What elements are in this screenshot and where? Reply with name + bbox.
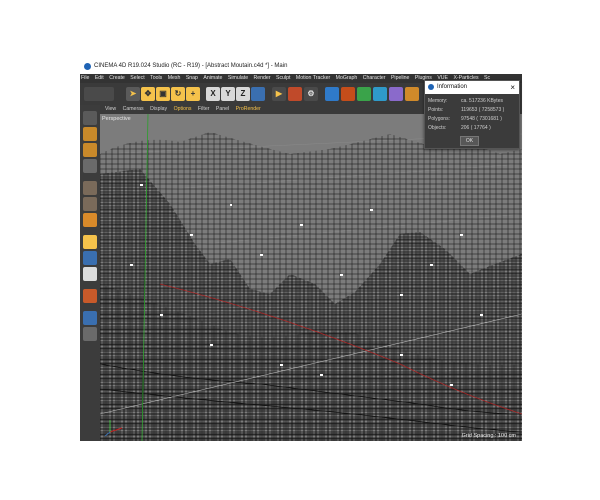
model-mode-icon[interactable] — [83, 127, 97, 141]
polygons-label: Polygons: — [428, 116, 450, 122]
menu-animate[interactable]: Animate — [203, 74, 222, 83]
magnet-icon[interactable] — [83, 289, 97, 303]
coordinate-system-icon[interactable] — [251, 87, 265, 101]
array-icon[interactable] — [373, 87, 387, 101]
viewport-menu-view[interactable]: View — [105, 105, 116, 114]
menu-pipeline[interactable]: Pipeline — [391, 74, 409, 83]
memory-label: Memory: — [428, 98, 448, 104]
menu-file[interactable]: File — [81, 74, 89, 83]
axis-mode-icon[interactable] — [83, 235, 97, 249]
menu-edit[interactable]: Edit — [95, 74, 104, 83]
close-icon[interactable]: × — [510, 81, 515, 94]
viewport-menu-panel[interactable]: Panel — [216, 105, 229, 114]
window-title: CINEMA 4D R19.024 Studio (RC - R19) - [A… — [94, 63, 288, 69]
texture-mode-icon[interactable] — [83, 143, 97, 157]
left-toolbar — [80, 105, 100, 441]
y-axis-lock-icon[interactable]: Y — [221, 87, 235, 101]
menu-create[interactable]: Create — [109, 74, 125, 83]
menu-sculpt[interactable]: Sculpt — [276, 74, 290, 83]
menu-snap[interactable]: Snap — [186, 74, 198, 83]
points-value: 119653 ( 7258573 ) — [461, 107, 505, 113]
cinema4d-logo-icon — [84, 63, 91, 70]
polygons-mode-icon[interactable] — [83, 213, 97, 227]
rotate-tool-icon[interactable]: ↻ — [171, 87, 185, 101]
objects-label: Objects: — [428, 125, 447, 131]
menu-simulate[interactable]: Simulate — [228, 74, 248, 83]
floor-icon[interactable] — [405, 87, 419, 101]
deformer-icon[interactable] — [389, 87, 403, 101]
render-view-icon[interactable]: ▶ — [272, 87, 286, 101]
viewport-menu-options[interactable]: Options — [174, 105, 192, 114]
workplane-icon[interactable] — [83, 159, 97, 173]
points-label: Points: — [428, 107, 444, 113]
information-dialog: Information × Memory: ca. 517236 KBytes … — [424, 80, 520, 149]
menu-select[interactable]: Select — [130, 74, 144, 83]
scale-tool-icon[interactable]: ▣ — [156, 87, 170, 101]
memory-row: Memory: ca. 517236 KBytes — [428, 98, 503, 104]
menu-motion-tracker[interactable]: Motion Tracker — [296, 74, 330, 83]
x-axis-lock-icon[interactable]: X — [206, 87, 220, 101]
cinema4d-logo-icon — [428, 84, 434, 90]
tweak-mode-icon[interactable] — [83, 251, 97, 265]
menu-tools[interactable]: Tools — [150, 74, 162, 83]
menu-character[interactable]: Character — [363, 74, 386, 83]
menu-mesh[interactable]: Mesh — [168, 74, 181, 83]
polygons-value: 97548 ( 7301681 ) — [461, 116, 502, 122]
plus-icon[interactable]: + — [186, 87, 200, 101]
points-mode-icon[interactable] — [83, 181, 97, 195]
menu-mograph[interactable]: MoGraph — [336, 74, 358, 83]
memory-value: ca. 517236 KBytes — [461, 98, 503, 104]
cube-icon[interactable] — [325, 87, 339, 101]
points-row: Points: 119653 ( 7258573 ) — [428, 107, 504, 113]
menu-render[interactable]: Render — [254, 74, 271, 83]
render-picture-viewer-icon[interactable] — [288, 87, 302, 101]
viewport-menu-cameras[interactable]: Cameras — [123, 105, 144, 114]
layer-icon[interactable] — [83, 311, 97, 325]
make-editable-icon[interactable] — [83, 111, 97, 125]
subdivision-icon[interactable] — [357, 87, 371, 101]
dialog-header: Information × — [425, 81, 519, 94]
wireframe-terrain — [100, 114, 522, 441]
title-bar: CINEMA 4D R19.024 Studio (RC - R19) - [A… — [80, 59, 522, 74]
dialog-title: Information — [437, 84, 468, 90]
select-arrow-icon[interactable]: ➤ — [126, 87, 140, 101]
pen-icon[interactable] — [341, 87, 355, 101]
viewport-camera-label: Perspective — [102, 116, 131, 122]
sculpt-icon[interactable] — [83, 327, 97, 341]
ok-button[interactable]: OK — [460, 136, 479, 146]
z-axis-lock-icon[interactable]: Z — [236, 87, 250, 101]
render-settings-icon[interactable]: ⚙ — [304, 87, 318, 101]
edges-mode-icon[interactable] — [83, 197, 97, 211]
objects-row: Objects: 206 ( 17764 ) — [428, 125, 491, 131]
viewport-menu-display[interactable]: Display — [150, 105, 167, 114]
snapping-icon[interactable] — [83, 267, 97, 281]
viewport-menu-filter[interactable]: Filter — [198, 105, 210, 114]
viewport-menu-prorender[interactable]: ProRender — [236, 105, 261, 114]
grid-spacing-label: Grid Spacing : 100 cm — [461, 433, 516, 439]
undo-redo-icon[interactable] — [84, 87, 114, 101]
polygons-row: Polygons: 97548 ( 7301681 ) — [428, 116, 502, 122]
3d-viewport[interactable]: Perspective Grid Spacing : 100 cm — [100, 114, 522, 441]
objects-value: 206 ( 17764 ) — [461, 125, 491, 131]
move-tool-icon[interactable]: ✥ — [141, 87, 155, 101]
